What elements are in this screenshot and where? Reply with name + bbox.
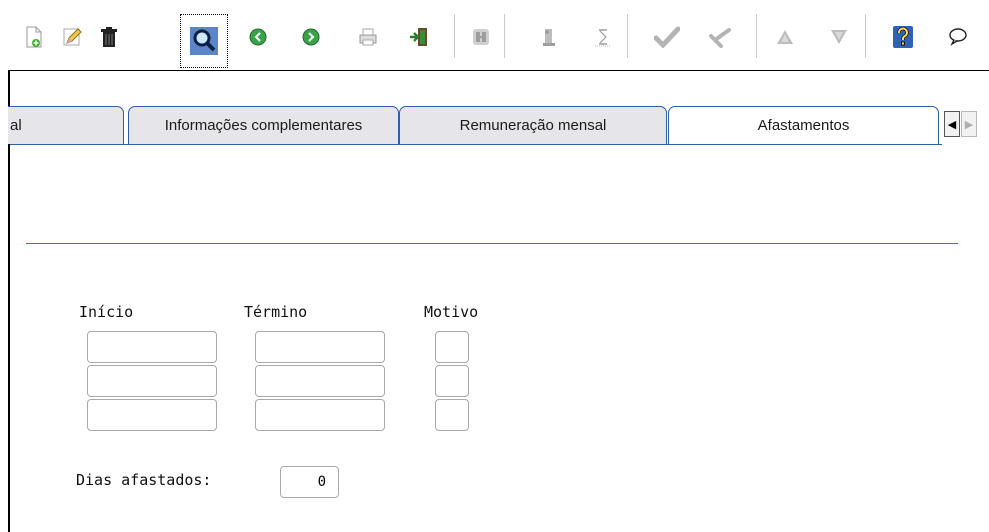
termino-field[interactable]	[255, 399, 385, 431]
speech-bubble-icon[interactable]	[945, 24, 971, 50]
trash-icon[interactable]	[96, 24, 122, 50]
motivo-field[interactable]	[435, 399, 469, 431]
check-icon[interactable]	[654, 24, 680, 50]
exit-door-icon[interactable]	[406, 24, 432, 50]
hourglass-icon[interactable]	[590, 24, 616, 50]
question-icon[interactable]	[890, 24, 916, 50]
dias-afastados-label: Dias afastados:	[76, 471, 212, 489]
new-document-icon[interactable]	[21, 24, 47, 50]
dias-afastados-field[interactable]: 0	[280, 466, 339, 498]
motivo-field[interactable]	[435, 365, 469, 397]
info-icon[interactable]	[536, 24, 562, 50]
tab-bar: al Informações complementares Remuneraçã…	[8, 106, 989, 146]
motivo-label: Motivo	[424, 303, 479, 321]
toolbar-separator	[454, 14, 455, 58]
termino-field[interactable]	[255, 331, 385, 363]
tab-geral[interactable]: al	[8, 106, 124, 144]
triangle-down-icon[interactable]	[826, 24, 852, 50]
panel-border	[8, 70, 989, 71]
tab-label: Informações complementares	[164, 117, 363, 134]
termino-field[interactable]	[255, 365, 385, 397]
save-icon[interactable]	[468, 24, 494, 50]
toolbar-separator	[627, 14, 628, 58]
tab-scroll-right-button[interactable]: ▶	[961, 111, 977, 137]
motivo-field[interactable]	[435, 331, 469, 363]
inicio-field[interactable]	[87, 399, 217, 431]
triangle-up-icon[interactable]	[772, 24, 798, 50]
inicio-field[interactable]	[87, 365, 217, 397]
section-divider	[26, 243, 958, 244]
tab-informacoes-complementares[interactable]: Informações complementares	[128, 106, 399, 144]
cancel-icon[interactable]	[707, 24, 733, 50]
arrow-left-circle-icon[interactable]	[245, 24, 271, 50]
toolbar-separator	[756, 14, 757, 58]
magnifier-icon[interactable]	[180, 14, 228, 68]
tab-afastamentos[interactable]: Afastamentos	[668, 106, 939, 144]
toolbar-separator	[865, 14, 866, 58]
termino-label: Término	[244, 303, 308, 321]
pencil-icon[interactable]	[59, 24, 85, 50]
tab-label: Remuneração mensal	[459, 117, 607, 134]
tab-scroll-left-button[interactable]: ◀	[944, 111, 960, 137]
toolbar-separator	[504, 14, 505, 58]
tab-label: al	[10, 117, 22, 134]
arrow-right-circle-icon[interactable]	[298, 24, 324, 50]
tab-label: Afastamentos	[757, 117, 850, 134]
inicio-field[interactable]	[87, 331, 217, 363]
printer-icon[interactable]	[355, 24, 381, 50]
toolbar	[0, 0, 989, 70]
tab-remuneracao-mensal[interactable]: Remuneração mensal	[399, 106, 667, 144]
inicio-label: Início	[79, 303, 134, 321]
tab-baseline	[10, 144, 942, 145]
